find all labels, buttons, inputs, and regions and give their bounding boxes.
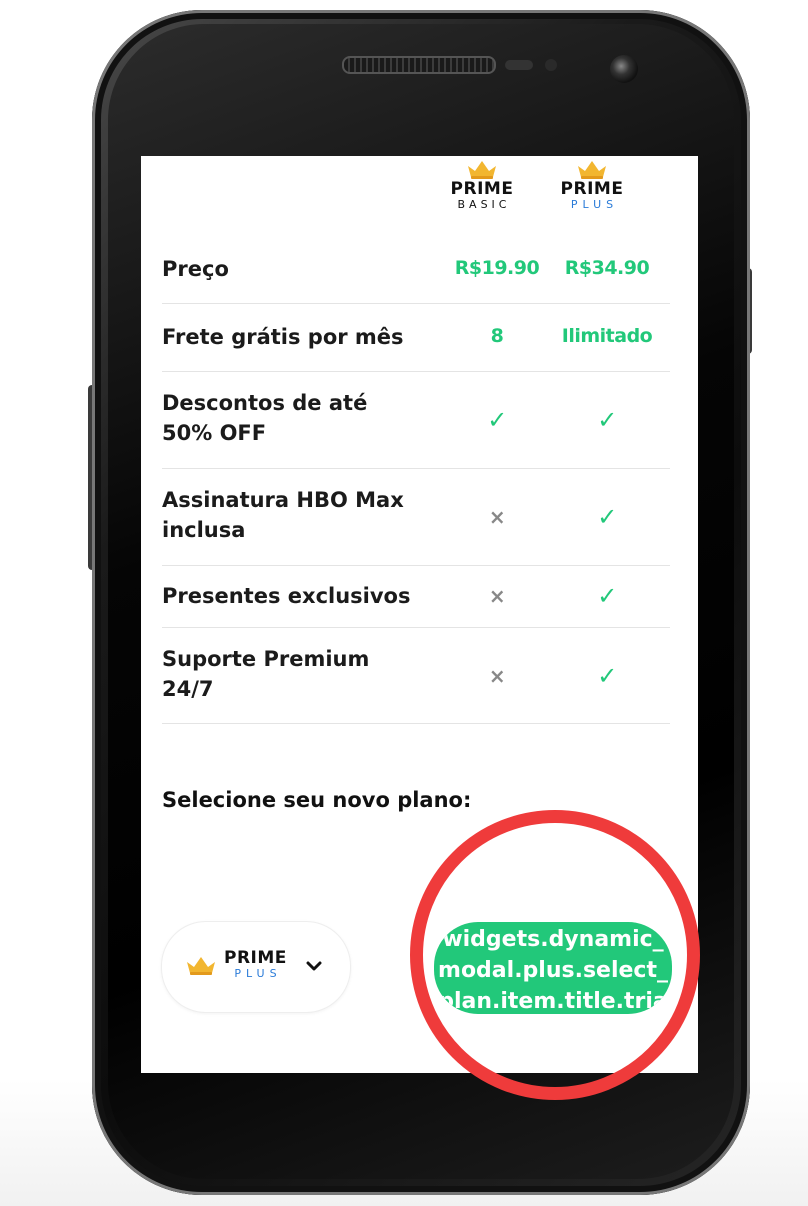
- check-icon: ✓: [597, 503, 617, 531]
- row-label: Assinatura HBO Max inclusa: [162, 485, 452, 545]
- plan-header-basic-prime: PRIME: [450, 179, 514, 199]
- row-label-strong: Assinatura HBO Max: [162, 488, 404, 512]
- shipping-plus: Ilimitado: [561, 325, 653, 347]
- check-icon: ✓: [597, 406, 617, 434]
- row-label: Preço: [162, 254, 452, 284]
- comparison-row-price: Preço R$19.90 R$34.90: [162, 236, 670, 304]
- row-label: Presentes exclusivos: [162, 581, 452, 611]
- comparison-row-hbo: Assinatura HBO Max inclusa × ✓: [162, 469, 670, 566]
- plan-header-basic-tier: BASIC: [457, 198, 511, 211]
- row-label: Descontos de até 50% OFF: [162, 388, 452, 448]
- row-label-light: 24/7: [162, 677, 214, 701]
- chevron-down-icon: [306, 961, 322, 971]
- comparison-row-gifts: Presentes exclusivos × ✓: [162, 566, 670, 628]
- highlight-circle: [410, 810, 700, 1100]
- row-label-strong: Presentes exclusivos: [162, 584, 411, 608]
- row-label-strong: Frete grátis por mês: [162, 325, 404, 349]
- check-icon: ✓: [597, 662, 617, 690]
- plan-header-plus-tier: PLUS: [570, 198, 619, 211]
- comparison-row-shipping: Frete grátis por mês 8 Ilimitado: [162, 304, 670, 372]
- proximity-sensor: [505, 60, 533, 70]
- plan-header-plus: PRIME PLUS: [547, 158, 637, 211]
- check-icon: ✓: [487, 406, 507, 434]
- crown-icon: [578, 161, 606, 179]
- price-plus: R$34.90: [564, 257, 650, 279]
- close-icon: ×: [488, 584, 506, 608]
- comparison-row-discounts: Descontos de até 50% OFF ✓ ✓: [162, 372, 670, 469]
- plan-header-basic: PRIME BASIC: [437, 158, 527, 211]
- price-basic: R$19.90: [454, 257, 540, 279]
- selected-plan-prime: PRIME: [224, 948, 287, 968]
- plan-selector-dropdown[interactable]: PRIME PLUS: [161, 921, 351, 1013]
- close-icon: ×: [488, 664, 506, 688]
- shipping-basic: 8: [490, 325, 504, 347]
- row-label-strong: Preço: [162, 257, 229, 281]
- row-label-strong: Suporte Premium: [162, 647, 370, 671]
- row-label-strong: Descontos de até: [162, 391, 368, 415]
- row-label-light: 50% OFF: [162, 421, 267, 445]
- select-plan-title: Selecione seu novo plano:: [162, 788, 472, 812]
- plan-header-plus-prime: PRIME: [560, 179, 624, 199]
- selected-plan-logo: PRIME PLUS: [224, 949, 287, 980]
- front-camera: [610, 55, 638, 83]
- crown-icon: [187, 957, 215, 975]
- earpiece-speaker: [342, 56, 496, 74]
- row-label: Frete grátis por mês: [162, 322, 452, 352]
- close-icon: ×: [488, 505, 506, 529]
- comparison-row-support: Suporte Premium 24/7 × ✓: [162, 628, 670, 724]
- row-label: Suporte Premium 24/7: [162, 644, 452, 704]
- selected-plan-tier: PLUS: [234, 967, 282, 980]
- light-sensor: [545, 59, 557, 71]
- crown-icon: [468, 161, 496, 179]
- row-label-light: inclusa: [162, 518, 246, 542]
- check-icon: ✓: [597, 582, 617, 610]
